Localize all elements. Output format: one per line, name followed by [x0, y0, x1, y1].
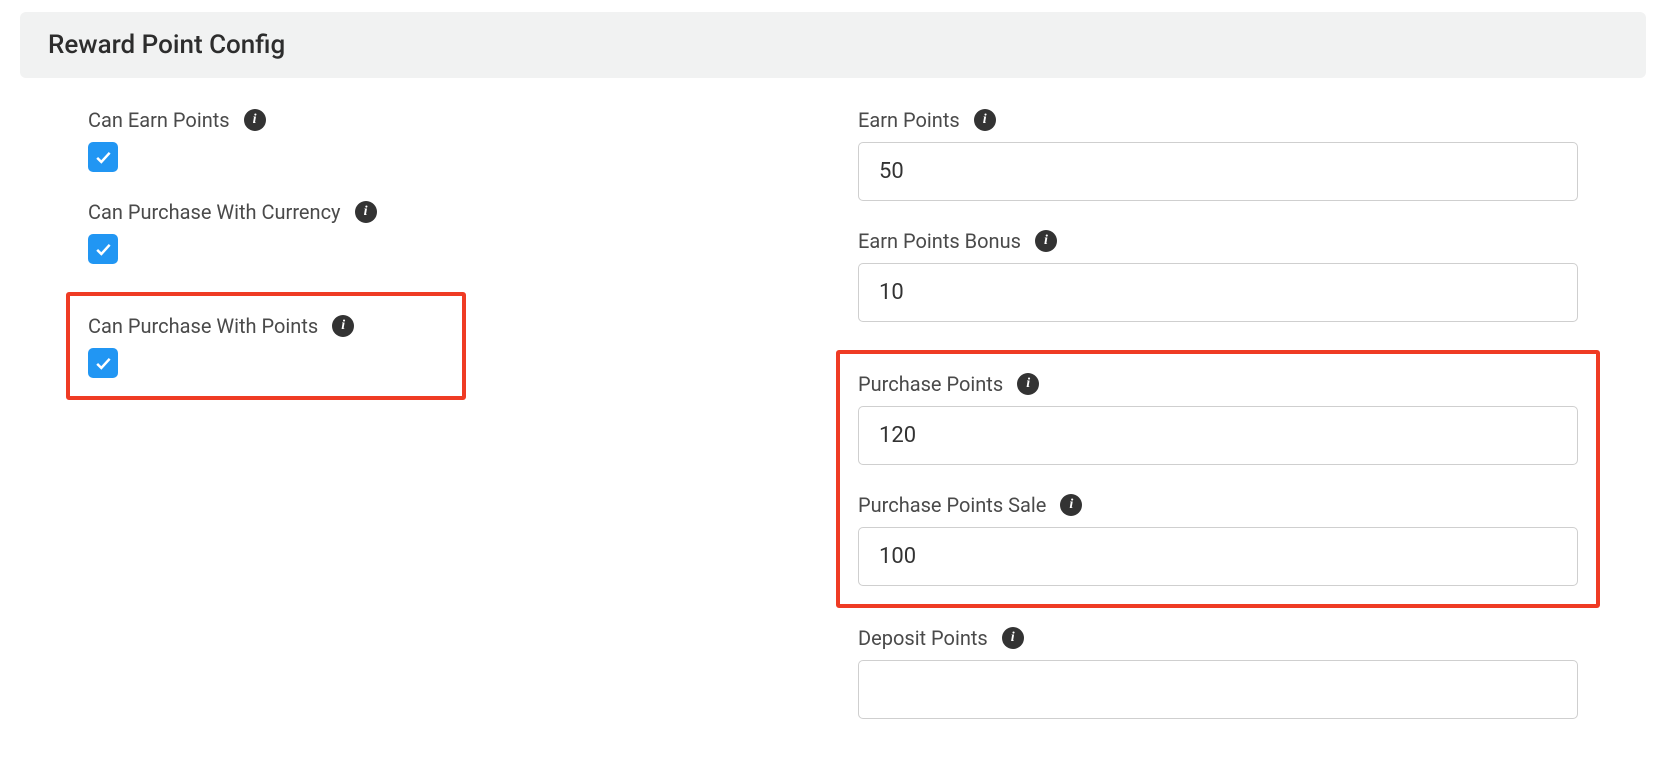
- info-icon[interactable]: i: [1017, 373, 1039, 395]
- label-row: Can Purchase With Points i: [88, 314, 444, 338]
- label-row: Purchase Points i: [858, 372, 1578, 396]
- info-icon[interactable]: i: [355, 201, 377, 223]
- field-label: Can Purchase With Points: [88, 314, 318, 338]
- input-earn-points[interactable]: [858, 142, 1578, 201]
- panel-header: Reward Point Config: [20, 12, 1646, 78]
- label-row: Purchase Points Sale i: [858, 493, 1578, 517]
- field-label: Earn Points: [858, 108, 960, 132]
- field-label: Can Purchase With Currency: [88, 200, 341, 224]
- input-earn-points-bonus[interactable]: [858, 263, 1578, 322]
- info-icon[interactable]: i: [1060, 494, 1082, 516]
- input-purchase-points-sale[interactable]: [858, 527, 1578, 586]
- check-icon: [93, 147, 113, 167]
- check-icon: [93, 239, 113, 259]
- field-label: Purchase Points Sale: [858, 493, 1046, 517]
- label-row: Earn Points i: [858, 108, 1578, 132]
- field-label: Purchase Points: [858, 372, 1003, 396]
- checkbox-can-purchase-currency[interactable]: [88, 234, 118, 264]
- field-can-purchase-points: Can Purchase With Points i: [88, 314, 444, 378]
- label-row: Can Purchase With Currency i: [88, 200, 808, 224]
- panel-title: Reward Point Config: [48, 30, 1618, 60]
- field-deposit-points: Deposit Points i: [858, 626, 1578, 719]
- input-deposit-points[interactable]: [858, 660, 1578, 719]
- field-purchase-points-sale: Purchase Points Sale i: [858, 493, 1578, 586]
- right-column: Earn Points i Earn Points Bonus i Purcha…: [848, 90, 1646, 747]
- info-icon[interactable]: i: [974, 109, 996, 131]
- field-earn-points: Earn Points i: [858, 108, 1578, 201]
- label-row: Earn Points Bonus i: [858, 229, 1578, 253]
- field-can-earn-points: Can Earn Points i: [88, 108, 808, 172]
- highlight-can-purchase-points: Can Purchase With Points i: [66, 292, 466, 400]
- content-area: Can Earn Points i Can Purchase With Curr…: [0, 90, 1666, 747]
- label-row: Deposit Points i: [858, 626, 1578, 650]
- highlight-purchase-points: Purchase Points i Purchase Points Sale i: [836, 350, 1600, 608]
- field-purchase-points: Purchase Points i: [858, 372, 1578, 465]
- field-label: Deposit Points: [858, 626, 988, 650]
- info-icon[interactable]: i: [332, 315, 354, 337]
- check-icon: [93, 353, 113, 373]
- input-purchase-points[interactable]: [858, 406, 1578, 465]
- left-column: Can Earn Points i Can Purchase With Curr…: [20, 90, 848, 747]
- info-icon[interactable]: i: [1002, 627, 1024, 649]
- info-icon[interactable]: i: [1035, 230, 1057, 252]
- info-icon[interactable]: i: [244, 109, 266, 131]
- field-label: Can Earn Points: [88, 108, 230, 132]
- checkbox-can-earn-points[interactable]: [88, 142, 118, 172]
- checkbox-can-purchase-points[interactable]: [88, 348, 118, 378]
- field-label: Earn Points Bonus: [858, 229, 1021, 253]
- field-earn-points-bonus: Earn Points Bonus i: [858, 229, 1578, 322]
- label-row: Can Earn Points i: [88, 108, 808, 132]
- field-can-purchase-currency: Can Purchase With Currency i: [88, 200, 808, 264]
